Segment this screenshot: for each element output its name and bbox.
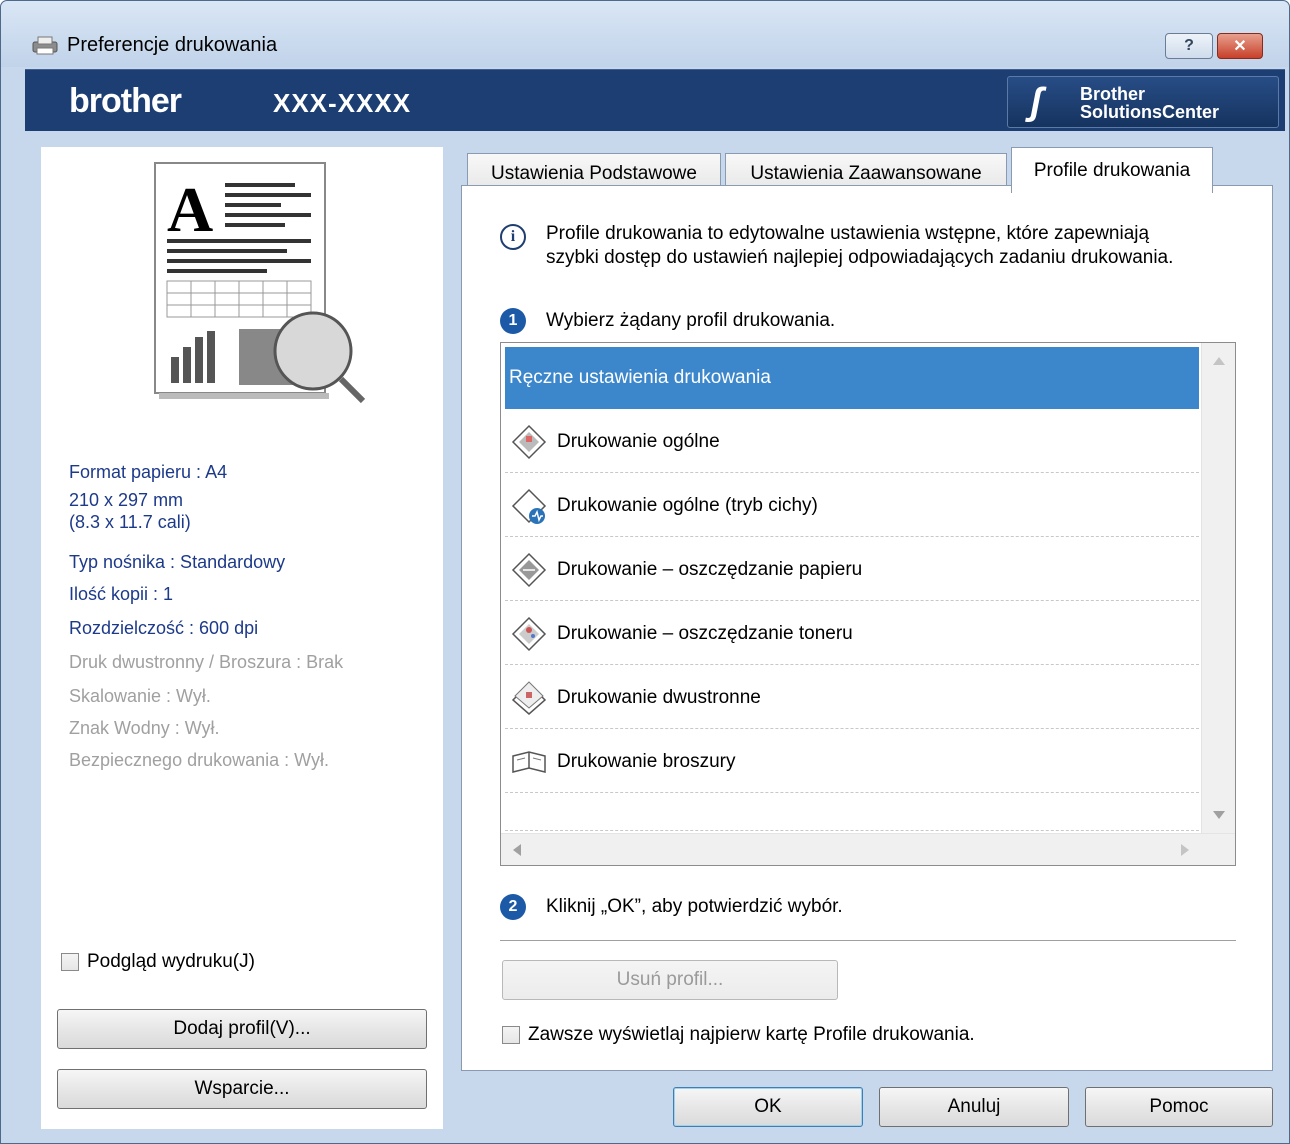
summary-resolution: Rozdzielczość : 600 dpi [69,618,259,638]
print-preview-option[interactable]: Podgląd wydruku(J) [61,951,255,973]
solutions-center-logo-icon: ʃ [1030,81,1043,123]
profile-item-general-quiet[interactable]: Drukowanie ogólne (tryb cichy) [505,475,1199,537]
page-preview-image: A [154,162,366,404]
profile-item-booklet[interactable]: Drukowanie broszury [505,731,1199,793]
step-1-badge: 1 [500,308,526,334]
summary-watermark: Znak Wodny : Wył. [69,718,220,738]
always-show-profiles-option[interactable]: Zawsze wyświetlaj najpierw kartę Profile… [502,1024,975,1046]
profile-list[interactable]: Ręczne ustawienia drukowania Drukowanie … [500,342,1236,866]
info-icon: i [500,224,526,250]
duplex-icon [511,680,547,715]
summary-paper-size-mm: 210 x 297 mm [69,490,184,510]
support-button[interactable]: Wsparcie... [57,1069,427,1109]
scroll-up-arrow-icon[interactable] [1213,357,1225,365]
printer-icon [32,36,58,55]
profile-item-duplex[interactable]: Drukowanie dwustronne [505,667,1199,729]
summary-secure-print: Bezpiecznego drukowania : Wył. [69,750,329,770]
help-button[interactable]: Pomoc [1085,1087,1273,1127]
horizontal-scrollbar[interactable] [501,833,1235,865]
solutions-center-button[interactable]: ʃ Brother SolutionsCenter [1007,76,1279,128]
add-profile-button[interactable]: Dodaj profil(V)... [57,1009,427,1049]
summary-paper-size-in: (8.3 x 11.7 cali) [69,512,191,532]
tab-print-profiles[interactable]: Profile drukowania [1011,147,1213,193]
vertical-scrollbar[interactable] [1201,343,1235,833]
help-title-button[interactable]: ? [1165,33,1213,59]
close-button[interactable]: ✕ [1217,33,1263,59]
quiet-mode-icon [511,488,547,524]
solutions-center-label: Brother SolutionsCenter [1080,84,1220,122]
scroll-right-arrow-icon[interactable] [1181,844,1189,856]
window-title: Preferencje drukowania [67,34,278,56]
always-show-profiles-label: Zawsze wyświetlaj najpierw kartę Profile… [528,1024,975,1045]
separator-line [500,940,1236,941]
toner-saving-icon [511,616,547,651]
print-preferences-dialog: Preferencje drukowania ? ✕ brother XXX-X… [0,0,1290,1144]
ok-button[interactable]: OK [673,1087,863,1127]
profile-item-manual[interactable]: Ręczne ustawienia drukowania [505,347,1199,409]
profile-item-toner-saving[interactable]: Drukowanie – oszczędzanie toneru [505,603,1199,665]
summary-media-type: Typ nośnika : Standardowy [69,552,286,572]
profile-item-general[interactable]: Drukowanie ogólne [505,411,1199,473]
always-show-profiles-checkbox[interactable] [502,1026,520,1044]
step-2-text: Kliknij „OK”, aby potwierdzić wybór. [546,896,843,917]
title-bar: Preferencje drukowania ? ✕ [1,1,1289,67]
summary-scaling: Skalowanie : Wył. [69,686,211,706]
printer-model: XXX-XXXX [273,88,412,118]
profiles-description: Profile drukowania to edytowalne ustawie… [546,223,1174,268]
svg-text:A: A [167,174,213,245]
scroll-down-arrow-icon[interactable] [1213,811,1225,819]
print-preview-label: Podgląd wydruku(J) [87,951,255,972]
settings-summary-panel: A Format papieru : A4 210 x 297 mm (8.3 … [41,147,443,1129]
summary-duplex: Druk dwustronny / Broszura : Brak [69,652,344,672]
booklet-icon [512,750,546,773]
scroll-left-arrow-icon[interactable] [513,844,521,856]
delete-profile-button[interactable]: Usuń profil... [502,960,838,1000]
paper-saving-icon [511,552,547,587]
print-profiles-panel: i Profile drukowania to edytowalne ustaw… [461,185,1273,1071]
profile-item-paper-saving[interactable]: Drukowanie – oszczędzanie papieru [505,539,1199,601]
general-print-icon [511,424,547,459]
step-2-badge: 2 [500,894,526,920]
step-1-text: Wybierz żądany profil drukowania. [546,310,836,331]
brother-logo: brother [69,82,182,120]
brand-bar: brother XXX-XXXX ʃ Brother SolutionsCent… [25,69,1285,131]
cancel-button[interactable]: Anuluj [879,1087,1069,1127]
summary-paper-format: Format papieru : A4 [69,462,228,482]
print-preview-checkbox[interactable] [61,953,79,971]
summary-copies: Ilość kopii : 1 [69,584,174,604]
profile-list-blank-row [505,795,1199,831]
